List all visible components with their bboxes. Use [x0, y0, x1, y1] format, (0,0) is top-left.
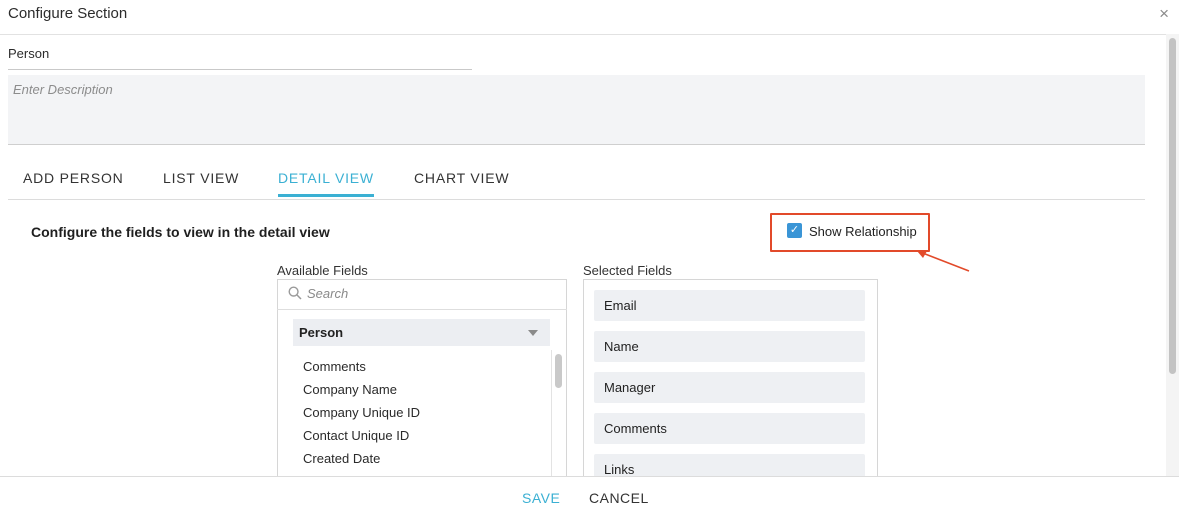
available-field-item[interactable]: Created Date [303, 451, 380, 466]
annotation-arrow [917, 251, 970, 272]
available-field-item[interactable]: Company Name [303, 382, 397, 397]
show-relationship-label[interactable]: Show Relationship [809, 224, 917, 239]
available-list-scrollbar-thumb[interactable] [555, 354, 562, 388]
view-tabs: ADD PERSON LIST VIEW DETAIL VIEW CHART V… [8, 160, 1145, 200]
dialog-title: Configure Section [8, 5, 128, 22]
tab-list-view[interactable]: LIST VIEW [163, 170, 239, 197]
detail-view-instruction: Configure the fields to view in the deta… [31, 224, 330, 240]
selected-field-item[interactable]: Comments [594, 413, 865, 444]
tab-add-person[interactable]: ADD PERSON [23, 170, 124, 197]
selected-field-label: Name [604, 339, 639, 354]
selected-fields-label: Selected Fields [583, 263, 672, 278]
cancel-button[interactable]: CANCEL [589, 490, 649, 506]
selected-field-item[interactable]: Manager [594, 372, 865, 403]
search-input[interactable] [307, 286, 547, 301]
description-field[interactable]: Enter Description [8, 75, 1145, 145]
selected-field-item[interactable]: Name [594, 331, 865, 362]
tab-detail-view[interactable]: DETAIL VIEW [278, 170, 374, 197]
selected-field-label: Comments [604, 421, 667, 436]
selected-field-label: Links [604, 462, 635, 477]
show-relationship-checkbox[interactable]: ✓ [787, 223, 802, 238]
section-name-field[interactable]: Person [8, 46, 472, 70]
search-icon [288, 286, 302, 300]
available-field-item[interactable]: Contact Unique ID [303, 428, 409, 443]
dropdown-caret-icon [528, 330, 538, 336]
selected-field-label: Manager [604, 380, 656, 395]
dialog-footer: SAVE CANCEL [0, 476, 1179, 521]
available-field-item[interactable]: Comments [303, 359, 366, 374]
dialog-header: Configure Section × [0, 0, 1179, 35]
checkmark-icon: ✓ [789, 224, 800, 236]
selected-field-item[interactable]: Email [594, 290, 865, 321]
field-group-select[interactable]: Person [293, 319, 550, 346]
description-placeholder: Enter Description [13, 82, 113, 97]
dialog-scrollbar-thumb[interactable] [1169, 38, 1176, 374]
available-field-item[interactable]: Company Unique ID [303, 405, 420, 420]
tab-chart-view[interactable]: CHART VIEW [414, 170, 509, 197]
available-fields-label: Available Fields [277, 263, 368, 278]
field-group-label: Person [299, 325, 344, 340]
selected-field-label: Email [604, 298, 637, 313]
save-button[interactable]: SAVE [522, 490, 560, 506]
close-icon[interactable]: × [1159, 4, 1169, 24]
